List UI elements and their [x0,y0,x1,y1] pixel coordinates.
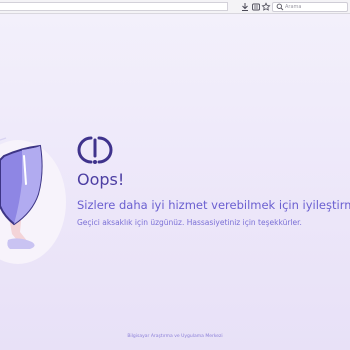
error-page: Oops! Sizlere daha iyi hizmet verebilmek… [0,14,350,350]
search-icon [276,3,284,11]
bookmark-star-icon[interactable] [261,2,271,12]
page-description: Geçici aksaklık için üzgünüz. Hassasiyet… [77,218,302,227]
address-bar[interactable] [0,2,228,11]
page-subtitle: Sizlere daha iyi hizmet verebilmek için … [77,198,350,212]
library-icon[interactable] [251,2,261,12]
footer-text: Bilgisayar Araştırma ve Uygulama Merkezi [127,334,223,339]
download-icon[interactable] [240,2,250,12]
search-box[interactable] [272,2,348,12]
brand-logo-icon [77,136,113,164]
page-title: Oops! [77,170,125,189]
shield-illustration [0,137,66,264]
decor-line [0,137,7,141]
search-input[interactable] [285,3,345,11]
browser-toolbar [0,0,350,14]
